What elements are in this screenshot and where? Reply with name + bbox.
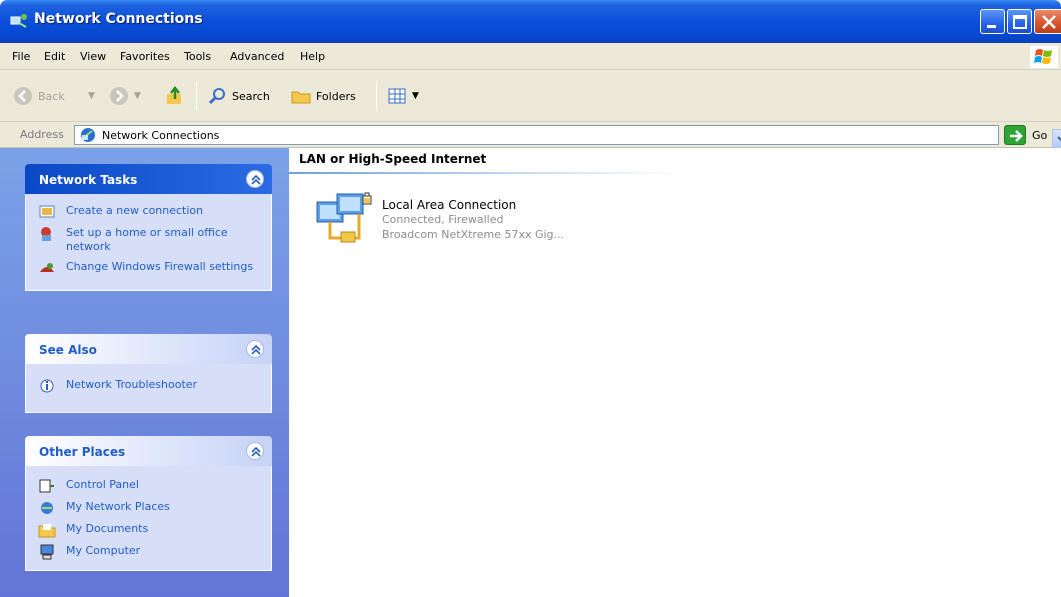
go-arrow-icon (1004, 125, 1026, 145)
address-input[interactable]: Network Connections (74, 125, 1061, 149)
back-dropdown-icon[interactable]: ▼ (88, 84, 95, 108)
search-button[interactable]: Search (206, 84, 270, 108)
local-area-connection-item[interactable]: Local Area Connection Connected, Firewal… (311, 190, 671, 260)
firewall-settings-label: Change Windows Firewall settings (66, 260, 254, 273)
home-network-link[interactable]: Set up a home or small office network (38, 226, 261, 254)
see-also-panel: See Also Network Troubleshooter (25, 334, 272, 413)
my-documents-link[interactable]: My Documents (38, 522, 261, 538)
views-grid-icon (388, 88, 406, 104)
other-places-body: Control Panel My Network Places My Docum… (25, 466, 272, 571)
firewall-icon (40, 263, 54, 272)
connection-name: Local Area Connection (382, 198, 517, 212)
close-icon (1042, 15, 1056, 29)
firewall-settings-link[interactable]: Change Windows Firewall settings (38, 260, 261, 276)
control-panel-label: Control Panel (66, 478, 139, 491)
go-label: Go (1032, 128, 1048, 142)
minimize-button[interactable] (980, 9, 1005, 34)
group-header: LAN or High-Speed Internet (299, 152, 487, 166)
address-value: Network Connections (102, 129, 220, 142)
views-dropdown-icon: ▼ (412, 91, 419, 101)
search-icon (208, 88, 225, 105)
maximize-button[interactable] (1007, 9, 1032, 34)
control-panel-icon (39, 479, 54, 493)
collapse-chevron-icon[interactable] (246, 340, 264, 358)
folders-icon (291, 91, 311, 104)
connections-list: LAN or High-Speed Internet Local Area Co… (289, 148, 1061, 597)
folders-label: Folders (316, 89, 356, 103)
group-divider (289, 172, 679, 174)
connection-status: Connected, Firewalled (382, 213, 504, 226)
lan-connection-icon (316, 192, 372, 243)
my-computer-label: My Computer (66, 544, 141, 557)
home-network-label: Set up a home or small office network (66, 226, 228, 253)
network-tasks-title: Network Tasks (39, 173, 138, 187)
see-also-title: See Also (39, 343, 97, 357)
minimize-icon (987, 25, 996, 28)
network-tasks-body: Create a new connection Set up a home or… (25, 194, 272, 291)
menu-file[interactable]: File (12, 50, 30, 63)
my-documents-label: My Documents (66, 522, 149, 535)
forward-button[interactable] (108, 84, 134, 108)
collapse-chevron-icon[interactable] (246, 442, 264, 460)
menu-tools[interactable]: Tools (184, 50, 211, 63)
my-network-places-label: My Network Places (66, 500, 170, 513)
search-label: Search (232, 89, 270, 103)
menu-edit[interactable]: Edit (44, 50, 65, 63)
see-also-header[interactable]: See Also (25, 334, 272, 364)
network-troubleshooter-label: Network Troubleshooter (66, 378, 198, 391)
network-connections-window: Network Connections File Edit View Favor… (0, 0, 1061, 597)
address-bar: Address Network Connections Go (0, 122, 1061, 149)
my-computer-icon (40, 544, 54, 560)
back-label: Back (38, 89, 65, 103)
control-panel-link[interactable]: Control Panel (38, 478, 261, 494)
network-places-icon (41, 502, 53, 514)
back-arrow-icon (14, 87, 32, 105)
go-button[interactable]: Go (1004, 125, 1047, 145)
create-new-connection-label: Create a new connection (66, 204, 204, 217)
title-bar[interactable]: Network Connections (0, 0, 1061, 43)
my-documents-icon (38, 524, 56, 538)
menu-advanced[interactable]: Advanced (230, 50, 284, 63)
chevron-down-icon (1057, 136, 1061, 142)
connection-device: Broadcom NetXtreme 57xx Gig... (382, 228, 565, 241)
folders-button[interactable]: Folders (290, 84, 356, 108)
new-connection-icon (39, 205, 55, 218)
back-button[interactable]: Back (12, 84, 65, 108)
menu-help[interactable]: Help (300, 50, 325, 63)
see-also-body: Network Troubleshooter (25, 364, 272, 413)
other-places-title: Other Places (39, 445, 126, 459)
toolbar: Back ▼ ▼ Search Folders ▼ (0, 70, 1061, 122)
other-places-panel: Other Places Control Panel My Network Pl… (25, 436, 272, 571)
network-tasks-header[interactable]: Network Tasks (25, 164, 272, 194)
my-network-places-link[interactable]: My Network Places (38, 500, 261, 516)
task-pane: Network Tasks Create a new connection Se… (0, 148, 289, 597)
window-title: Network Connections (34, 11, 203, 27)
views-button[interactable]: ▼ (386, 84, 419, 108)
forward-dropdown-icon[interactable]: ▼ (134, 84, 141, 108)
maximize-icon (1013, 15, 1027, 29)
network-troubleshooter-link[interactable]: Network Troubleshooter (38, 378, 261, 394)
collapse-chevron-icon[interactable] (246, 170, 264, 188)
address-label: Address (20, 128, 64, 141)
home-network-icon (41, 227, 51, 241)
toolbar-separator (376, 82, 377, 110)
create-new-connection-link[interactable]: Create a new connection (38, 204, 261, 220)
windows-logo-icon (1030, 46, 1058, 68)
address-dropdown-button[interactable] (1052, 129, 1061, 149)
other-places-header[interactable]: Other Places (25, 436, 272, 466)
network-connections-icon (10, 14, 27, 28)
my-computer-link[interactable]: My Computer (38, 544, 261, 560)
up-folder-icon (167, 85, 181, 104)
info-help-icon (40, 379, 54, 393)
network-connections-icon (81, 128, 95, 142)
up-folder-button[interactable] (164, 84, 190, 108)
menu-bar: File Edit View Favorites Tools Advanced … (0, 43, 1061, 70)
forward-arrow-icon (110, 87, 128, 105)
toolbar-separator (196, 82, 197, 110)
menu-view[interactable]: View (80, 50, 106, 63)
menu-favorites[interactable]: Favorites (120, 50, 170, 63)
network-tasks-panel: Network Tasks Create a new connection Se… (25, 164, 272, 291)
close-button[interactable] (1034, 9, 1061, 34)
